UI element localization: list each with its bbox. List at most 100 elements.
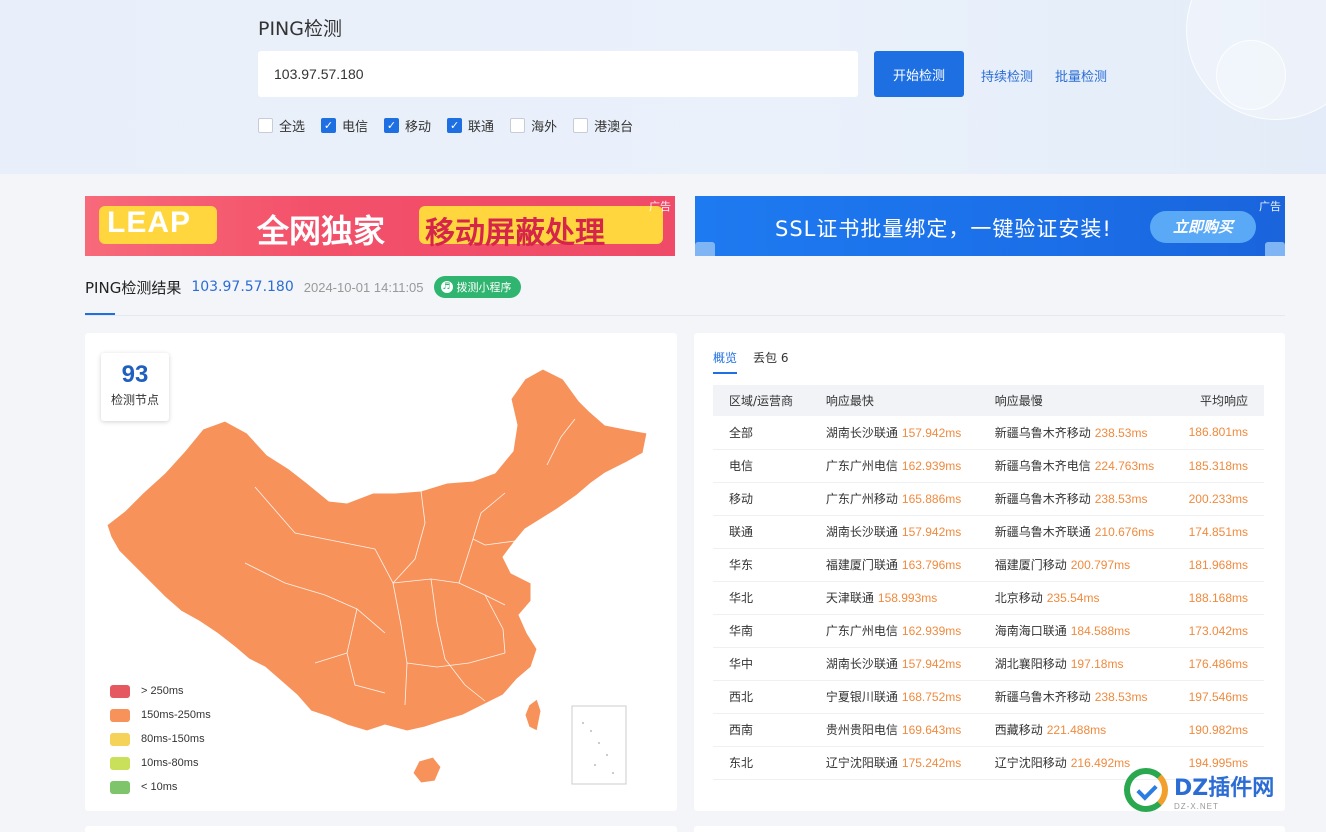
isp-checkbox[interactable]: 海外 [510, 116, 557, 135]
continuous-check-link[interactable]: 持续检测 [981, 66, 1033, 85]
checkbox-checked-icon[interactable]: ✓ [321, 118, 337, 133]
checkbox-empty-icon[interactable] [573, 118, 589, 133]
cell-fastest: 辽宁沈阳联通 175.242ms [809, 746, 979, 780]
ad-banner-ssl[interactable]: SSL证书批量绑定，一键验证安装! 立即购买 广告 [695, 196, 1285, 256]
fastest-latency: 157.942ms [901, 657, 962, 671]
cell-fastest: 广东广州电信 162.939ms [809, 614, 979, 648]
legend-label: 10ms-80ms [141, 757, 199, 769]
islands [582, 722, 614, 774]
watermark-sub: DZ-X.NET [1174, 801, 1219, 811]
slowest-node: 新疆乌鲁木齐移动 [994, 492, 1091, 506]
cell-region: 华中 [713, 647, 810, 681]
cell-slowest: 湖北襄阳移动 197.18ms [978, 647, 1172, 681]
hainan-region[interactable] [412, 756, 442, 784]
page-title: PING检测 [258, 18, 342, 40]
slowest-latency: 216.492ms [1070, 756, 1131, 770]
isp-checkbox[interactable]: ✓ 移动 [384, 116, 431, 135]
south-china-sea-inset [571, 705, 627, 785]
fastest-latency: 157.942ms [901, 425, 962, 440]
ad-leap-text: LEAP [107, 206, 192, 239]
tab-packet-loss[interactable]: 丢包 6 [753, 349, 788, 374]
table-row: 华东 福建厦门联通 163.796ms 福建厦门移动 200.797ms 181.968m… [713, 548, 1264, 582]
fastest-latency: 169.643ms [901, 723, 962, 737]
lock-icon [1265, 242, 1285, 256]
isp-filter: 全选 ✓ 电信 ✓ 移动 ✓ 联通 海外 港澳台 [258, 116, 649, 135]
china-mainland-region[interactable] [106, 368, 648, 732]
cell-fastest: 广东广州移动 165.886ms [809, 482, 979, 516]
start-check-button[interactable]: 开始检测 [874, 51, 964, 97]
checkbox-label: 全选 [279, 120, 306, 135]
checkbox-checked-icon[interactable]: ✓ [384, 118, 400, 133]
dz-logo-icon [1124, 768, 1168, 812]
slowest-latency: 235.54ms [1046, 591, 1100, 605]
cell-average: 176.486ms [1171, 647, 1264, 681]
tab-overview[interactable]: 概览 [713, 349, 738, 374]
slowest-node: 新疆乌鲁木齐移动 [994, 425, 1091, 440]
ip-input[interactable] [258, 51, 858, 97]
result-time: 2024-10-01 14:11:05 [303, 279, 424, 295]
slowest-latency: 200.797ms [1070, 558, 1131, 572]
slowest-latency: 238.53ms [1094, 492, 1148, 506]
fastest-latency: 168.752ms [901, 690, 962, 704]
ad-headline: 全网独家 [257, 212, 386, 250]
checkbox-label: 电信 [342, 120, 369, 135]
isp-checkbox[interactable]: 全选 [258, 116, 305, 135]
next-panel [85, 826, 677, 832]
cell-region: 移动 [713, 482, 810, 516]
buy-now-button[interactable]: 立即购买 [1150, 211, 1256, 243]
cell-fastest: 天津联通 158.993ms [809, 581, 979, 615]
isp-checkbox[interactable]: ✓ 电信 [321, 116, 368, 135]
legend-item: 10ms-80ms [110, 751, 211, 775]
checkbox-checked-icon[interactable]: ✓ [447, 118, 463, 133]
slowest-node: 新疆乌鲁木齐联通 [994, 525, 1091, 539]
watermark-text: DZ插件网 [1174, 775, 1275, 801]
cell-slowest: 北京移动 235.54ms [978, 581, 1172, 615]
cell-region: 西南 [713, 713, 810, 747]
node-count-label: 检测节点 [110, 393, 159, 407]
legend-label: < 10ms [141, 781, 178, 793]
slowest-node: 新疆乌鲁木齐移动 [994, 690, 1091, 704]
table-row: 移动 广东广州移动 165.886ms 新疆乌鲁木齐移动 238.53ms 200.233… [713, 482, 1264, 516]
cell-slowest: 新疆乌鲁木齐电信 224.763ms [978, 449, 1172, 483]
cell-slowest: 新疆乌鲁木齐移动 238.53ms [978, 416, 1172, 450]
cell-fastest: 湖南长沙联通 157.942ms [809, 416, 979, 450]
ad-subline: 移动屏蔽处理 [425, 216, 605, 251]
legend-swatch [110, 756, 130, 770]
slowest-node: 湖北襄阳移动 [994, 657, 1067, 671]
fastest-node: 湖南长沙联通 [825, 657, 898, 671]
cell-fastest: 湖南长沙联通 157.942ms [809, 647, 979, 681]
fastest-latency: 158.993ms [877, 591, 938, 605]
cell-slowest: 海南海口联通 184.588ms [978, 614, 1172, 648]
cell-region: 联通 [713, 515, 810, 549]
batch-check-link[interactable]: 批量检测 [1055, 66, 1107, 85]
table-row: 电信 广东广州电信 162.939ms 新疆乌鲁木齐电信 224.763ms 185.31… [713, 449, 1264, 483]
mini-program-button[interactable]: ♬ 拨测小程序 [433, 276, 521, 298]
miniprogram-icon: ♬ [440, 281, 453, 293]
legend-item: > 250ms [110, 679, 211, 703]
cell-fastest: 湖南长沙联通 157.942ms [809, 515, 979, 549]
slowest-latency: 221.488ms [1046, 723, 1107, 737]
cell-slowest: 新疆乌鲁木齐移动 238.53ms [978, 482, 1172, 516]
checkbox-empty-icon[interactable] [258, 118, 273, 133]
cell-region: 华南 [713, 614, 810, 648]
slowest-latency: 238.53ms [1094, 425, 1148, 440]
slowest-node: 北京移动 [994, 591, 1043, 605]
fastest-latency: 175.242ms [901, 756, 962, 770]
col-region: 区域/运营商 [729, 394, 794, 408]
cell-region: 电信 [713, 449, 810, 483]
checkbox-label: 移动 [405, 120, 432, 135]
legend-swatch [110, 684, 130, 698]
ad-banner-leap[interactable]: LEAP 全网独家 移动屏蔽处理 广告 [85, 196, 675, 256]
ad-tag: 广告 [649, 200, 671, 213]
cell-average: 173.042ms [1171, 614, 1264, 648]
checkbox-empty-icon[interactable] [510, 118, 526, 133]
taiwan-region[interactable] [524, 698, 542, 732]
cell-average: 185.318ms [1171, 449, 1264, 483]
legend-item: 150ms-250ms [110, 703, 211, 727]
isp-checkbox[interactable]: ✓ 联通 [447, 116, 494, 135]
fastest-latency: 157.942ms [901, 525, 962, 539]
fastest-latency: 163.796ms [901, 558, 962, 572]
cell-fastest: 贵州贵阳电信 169.643ms [809, 713, 979, 747]
latency-legend: > 250ms 150ms-250ms 80ms-150ms 10ms-80ms < 1… [110, 679, 211, 799]
isp-checkbox[interactable]: 港澳台 [573, 116, 633, 135]
